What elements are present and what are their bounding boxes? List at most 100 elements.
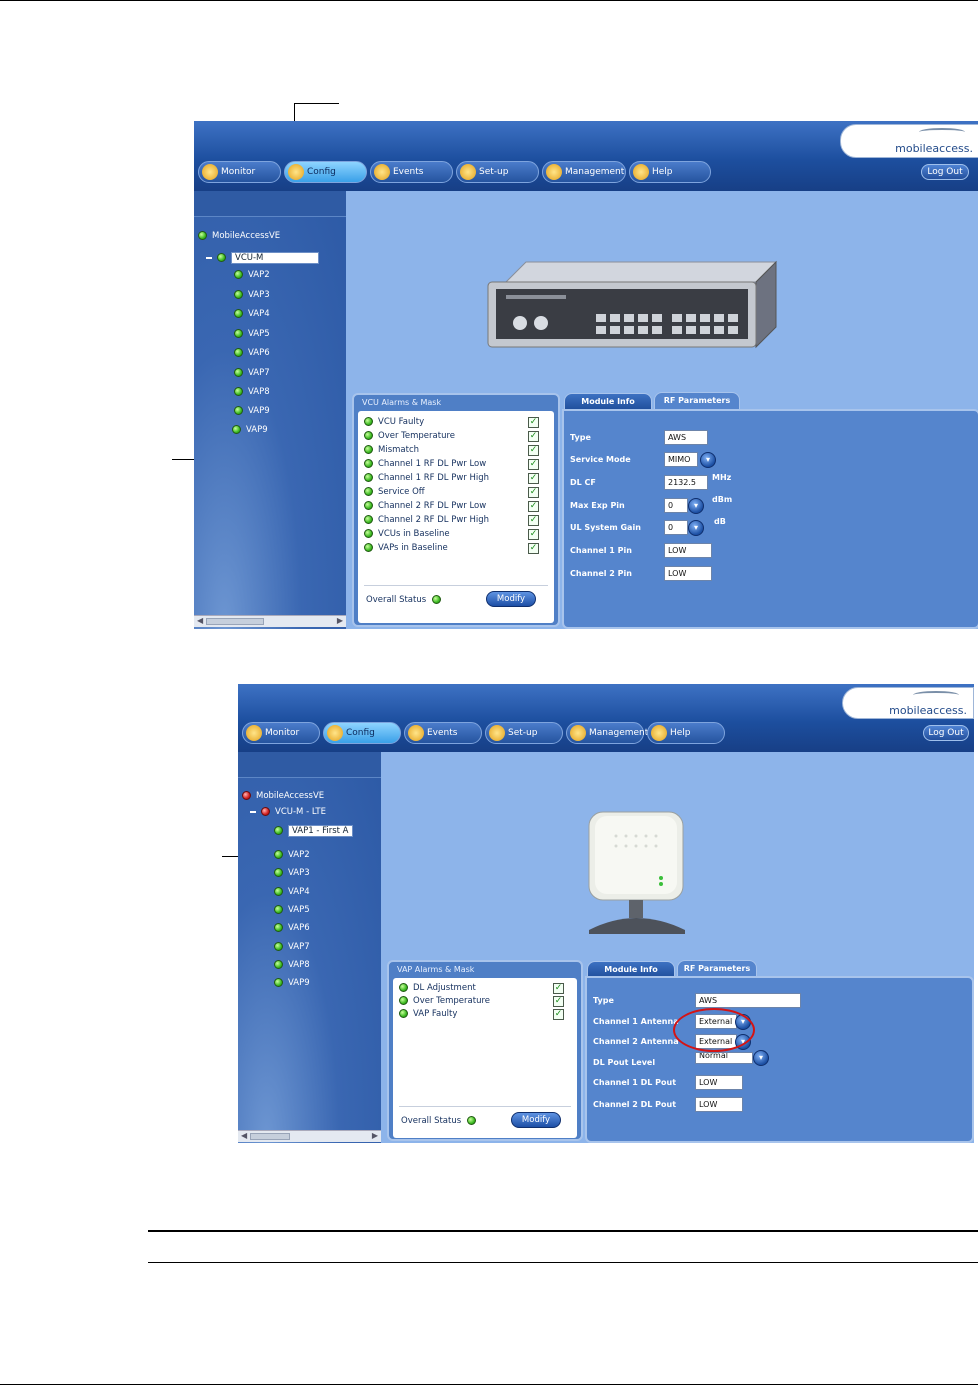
max-exp-pin-select[interactable]: 0 [664,498,688,513]
mask-checkbox[interactable]: ✓ [528,417,539,428]
dl-pout-level-select[interactable]: Normal [695,1052,753,1064]
status-ok-icon [364,445,373,454]
rf-label: Channel 2 DL Pout [593,1100,677,1109]
status-ok-icon [234,290,243,299]
chevron-down-icon[interactable]: ▾ [700,452,716,468]
tree-child[interactable]: VAP9 [274,978,310,988]
horizontal-scrollbar[interactable]: ◀ ▶ [194,615,346,627]
tree-child[interactable]: VAP3 [274,868,310,878]
channel-2-pin-field[interactable]: LOW [664,566,712,581]
tree-child[interactable]: VAP1 - First A [274,825,353,837]
tree-sidebar: MobileAccessVE VCU-M - LTE VAP1 - First … [238,752,381,1143]
tab-monitor[interactable]: Monitor [198,161,281,183]
collapse-icon[interactable] [250,810,256,813]
tab-help[interactable]: Help [629,161,711,183]
status-ok-icon [274,868,283,877]
mask-checkbox[interactable]: ✓ [528,459,539,470]
channel-1-pin-field[interactable]: LOW [664,543,712,558]
status-ok-icon [364,529,373,538]
tab-setup[interactable]: Set-up [456,161,539,183]
tab-monitor[interactable]: Monitor [242,722,320,744]
highlight-oval [673,1008,755,1052]
tree-child[interactable]: VAP4 [274,887,310,897]
mask-checkbox[interactable]: ✓ [528,543,539,554]
alarm-item: DL Adjustment [399,983,476,993]
status-ok-icon [234,406,243,415]
status-ok-icon [364,487,373,496]
channel-1-dl-pout-field[interactable]: LOW [695,1075,743,1090]
tree-child[interactable]: VAP6 [274,923,310,933]
mask-checkbox[interactable]: ✓ [528,501,539,512]
db-unit: dB [714,517,726,526]
type-field[interactable]: AWS [664,430,708,445]
rf-label: Max Exp Pin [570,501,625,510]
tab-rf-parameters[interactable]: RF Parameters [654,392,740,410]
tab-setup[interactable]: Set-up [485,722,563,744]
modify-button[interactable]: Modify [486,591,536,607]
tree-child[interactable]: VAP7 [274,942,310,952]
tree-child[interactable]: VAP8 [274,960,310,970]
tree-child[interactable]: VAP2 [274,850,310,860]
tab-help[interactable]: Help [647,722,725,744]
status-ok-icon [234,270,243,279]
rf-label: Type [570,433,591,442]
mobileaccess-logo: mobileaccess. [840,124,978,158]
logout-button[interactable]: Log Out [923,725,969,741]
tree-child[interactable]: VAP3 [234,290,270,300]
monitor-icon [202,164,218,180]
status-ok-icon [399,996,408,1005]
alarm-item: VAPs in Baseline [364,543,448,553]
ul-system-gain-select[interactable]: 0 [664,520,688,535]
tree-child[interactable]: VAP8 [234,387,270,397]
rf-label: Channel 2 Antenna [593,1037,679,1046]
rf-label: DL Pout Level [593,1058,656,1067]
mask-checkbox[interactable]: ✓ [528,473,539,484]
mask-checkbox[interactable]: ✓ [528,515,539,526]
mask-checkbox[interactable]: ✓ [553,983,564,994]
tree-child[interactable]: VAP4 [234,309,270,319]
channel-2-dl-pout-field[interactable]: LOW [695,1097,743,1112]
tab-config[interactable]: Config [284,161,367,183]
top-bar: mobileaccess. Monitor Config Events Set-… [194,121,978,191]
tree-child[interactable]: VAP5 [234,329,270,339]
service-mode-select[interactable]: MIMO [664,452,698,467]
tree-child[interactable]: VAP5 [274,905,310,915]
tree-child[interactable]: VAP9 [232,425,268,435]
tab-config[interactable]: Config [323,722,401,744]
alarm-item: VCUs in Baseline [364,529,450,539]
tree-child[interactable]: VAP7 [234,368,270,378]
tree-root[interactable]: MobileAccessVE [242,791,324,801]
tab-events[interactable]: Events [370,161,453,183]
main-tabs: Monitor Config Events Set-up Management … [242,722,728,744]
mask-checkbox[interactable]: ✓ [528,529,539,540]
dl-cf-field[interactable]: 2132.5 [664,475,708,490]
alarm-item: VAP Faulty [399,1009,457,1019]
chevron-down-icon[interactable]: ▾ [688,520,704,536]
tree-parent[interactable]: VCU-M [206,252,319,264]
tab-management[interactable]: Management [542,161,626,183]
vap-device-image [588,811,685,934]
tree-parent[interactable]: VCU-M - LTE [250,807,326,817]
logout-button[interactable]: Log Out [921,164,969,180]
collapse-icon[interactable] [206,256,212,259]
tab-events[interactable]: Events [404,722,482,744]
mask-checkbox[interactable]: ✓ [553,1009,564,1020]
tree-root[interactable]: MobileAccessVE [198,231,280,241]
events-icon [374,164,390,180]
alarm-item: Service Off [364,487,425,497]
mask-checkbox[interactable]: ✓ [528,445,539,456]
mask-checkbox[interactable]: ✓ [528,487,539,498]
vcu-device-image [487,260,778,349]
tab-management[interactable]: Management [566,722,648,744]
horizontal-scrollbar[interactable]: ◀ ▶ [238,1130,381,1142]
mask-checkbox[interactable]: ✓ [528,431,539,442]
mask-checkbox[interactable]: ✓ [553,996,564,1007]
tree-child[interactable]: VAP2 [234,270,270,280]
modify-button[interactable]: Modify [511,1112,561,1128]
chevron-down-icon[interactable]: ▾ [753,1050,769,1066]
chevron-down-icon[interactable]: ▾ [688,498,704,514]
rf-label: Channel 1 Pin [570,546,632,555]
tree-child[interactable]: VAP6 [234,348,270,358]
tree-child[interactable]: VAP9 [234,406,270,416]
type-field[interactable]: AWS [695,993,801,1008]
